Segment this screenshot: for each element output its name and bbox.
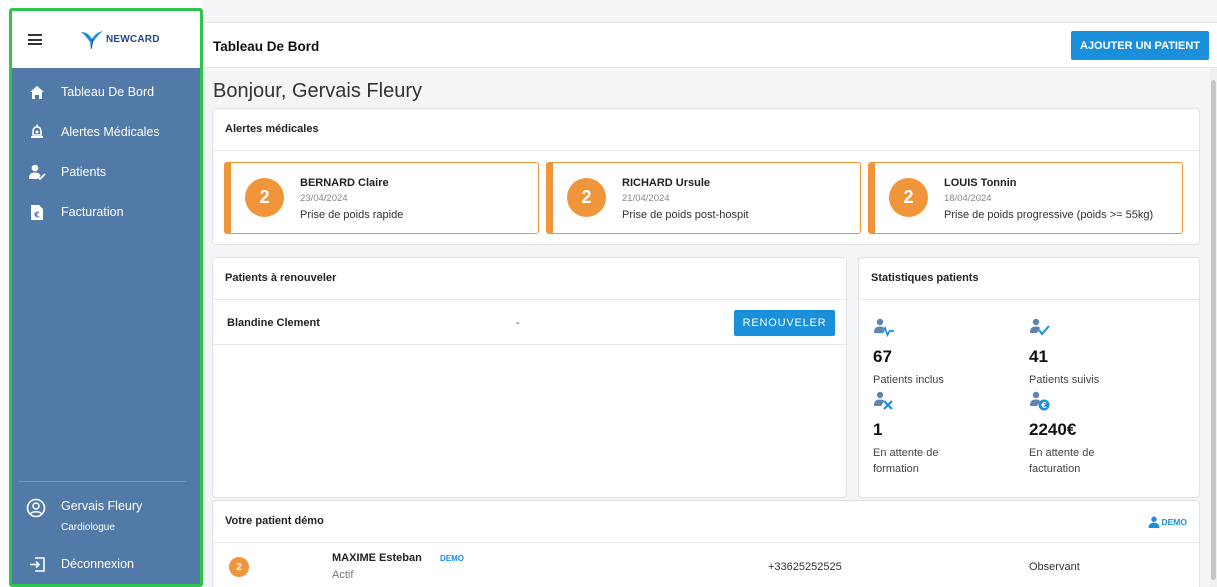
alert-patient-name: LOUIS Tonnin — [944, 177, 1017, 189]
scrollbar-thumb[interactable] — [1211, 80, 1216, 580]
card-divider — [213, 150, 1199, 151]
demo-tag[interactable]: DEMO — [1148, 516, 1188, 528]
user-profile[interactable]: Gervais Fleury Cardiologue — [12, 490, 200, 540]
demo-patient-phone: +33625252525 — [768, 561, 842, 573]
bird-logo-icon — [81, 30, 103, 49]
sidebar-item-alertes-medicales[interactable]: Alertes Médicales — [12, 112, 200, 152]
stat-awaiting-billing: € 2240€ En attente de facturation — [1029, 391, 1139, 477]
alert-date: 18/04/2024 — [944, 193, 992, 204]
sidebar-item-label: Tableau De Bord — [61, 85, 155, 99]
patient-statistics-card: Statistiques patients 67 Patients inclus… — [858, 257, 1200, 498]
alert-count-badge: 2 — [889, 178, 928, 217]
patients-to-renew-card: Patients à renouveler Blandine Clement -… — [212, 257, 847, 498]
home-icon — [28, 83, 46, 101]
logout-icon — [28, 555, 46, 573]
stat-label: En attente de formation — [873, 447, 939, 475]
svg-text:€: € — [1040, 401, 1047, 410]
alert-description: Prise de poids rapide — [300, 209, 404, 221]
logout-button[interactable]: Déconnexion — [12, 544, 200, 584]
demo-alert-badge: 2 — [229, 557, 249, 577]
sidebar-item-tableau-de-bord[interactable]: Tableau De Bord — [12, 72, 200, 112]
logo-text: NEWCARD — [106, 34, 160, 45]
user-role: Cardiologue — [61, 522, 115, 533]
greeting-heading: Bonjour, Gervais Fleury — [213, 80, 422, 102]
account-circle-icon — [26, 498, 46, 518]
renew-patient-name: Blandine Clement — [227, 317, 320, 329]
alert-date: 21/04/2024 — [622, 193, 670, 204]
alert-description: Prise de poids post-hospit — [622, 209, 749, 221]
hamburger-menu-icon[interactable] — [28, 34, 42, 45]
sidebar-header: NEWCARD — [12, 11, 200, 68]
alert-patient-name: BERNARD Claire — [300, 177, 389, 189]
patient-check-icon — [1030, 318, 1050, 336]
card-title: Votre patient démo — [225, 515, 324, 527]
patient-heartbeat-icon — [874, 318, 894, 338]
sidebar-divider — [18, 481, 186, 482]
demo-tag-label: DEMO — [1161, 517, 1188, 527]
alert-patient-name: RICHARD Ursule — [622, 177, 711, 189]
stat-value: 41 — [1029, 347, 1048, 366]
demo-patient-compliance: Observant — [1029, 561, 1080, 573]
user-name: Gervais Fleury — [61, 499, 143, 513]
add-patient-button[interactable]: AJOUTER UN PATIENT — [1071, 31, 1209, 60]
top-bar: Tableau De Bord AJOUTER UN PATIENT — [203, 22, 1217, 68]
stat-awaiting-training: 1 En attente de formation — [873, 391, 983, 477]
alert-card-louis[interactable]: 2 LOUIS Tonnin 18/04/2024 Prise de poids… — [868, 162, 1183, 234]
alert-card-bernard[interactable]: 2 BERNARD Claire 23/04/2024 Prise de poi… — [224, 162, 539, 234]
card-title: Patients à renouveler — [225, 272, 337, 284]
stat-label: Patients suivis — [1029, 374, 1100, 386]
stat-label: En attente de facturation — [1029, 447, 1095, 475]
alert-date: 23/04/2024 — [300, 193, 348, 204]
medical-alerts-card: Alertes médicales 2 BERNARD Claire 23/04… — [212, 108, 1200, 245]
sidebar-item-label: Facturation — [61, 205, 124, 219]
sidebar-item-label: Patients — [61, 165, 107, 179]
alarm-bell-icon — [28, 123, 46, 141]
alert-count-badge: 2 — [567, 178, 606, 217]
patient-euro-icon: € — [1030, 391, 1050, 411]
sidebar-item-patients[interactable]: Patients — [12, 152, 200, 192]
table-row[interactable]: Blandine Clement - RENOUVELER — [213, 300, 846, 345]
card-divider — [859, 299, 1199, 300]
renew-button[interactable]: RENOUVELER — [734, 310, 835, 336]
renew-patient-value: - — [516, 317, 520, 329]
stat-value: 67 — [873, 347, 892, 366]
stat-label: Patients inclus — [873, 374, 944, 386]
patients-icon — [28, 163, 46, 181]
page-title: Tableau De Bord — [213, 39, 320, 54]
logout-label: Déconnexion — [61, 557, 134, 571]
demo-badge-label: DEMO — [440, 554, 464, 563]
sidebar: NEWCARD Tableau De Bord Alertes Médicale… — [0, 0, 203, 587]
sidebar-item-label: Alertes Médicales — [61, 125, 160, 139]
sidebar-item-facturation[interactable]: € Facturation — [12, 192, 200, 232]
stat-followed-patients: 41 Patients suivis — [1029, 318, 1099, 388]
alert-card-richard[interactable]: 2 RICHARD Ursule 21/04/2024 Prise de poi… — [546, 162, 861, 234]
card-title: Statistiques patients — [871, 272, 979, 284]
person-icon — [1148, 516, 1159, 528]
demo-patient-card: Votre patient démo DEMO 2 MAXIME Esteban… — [212, 500, 1200, 587]
alert-description: Prise de poids progressive (poids >= 55k… — [944, 209, 1154, 221]
alert-count-badge: 2 — [245, 178, 284, 217]
card-title: Alertes médicales — [225, 123, 319, 135]
invoice-icon: € — [28, 203, 46, 221]
app-logo[interactable]: NEWCARD — [80, 29, 160, 51]
demo-patient-name[interactable]: MAXIME Esteban — [332, 552, 422, 564]
demo-patient-status: Actif — [332, 569, 354, 581]
stat-included-patients: 67 Patients inclus — [873, 318, 944, 388]
patient-tools-icon — [874, 391, 893, 410]
svg-text:€: € — [33, 210, 40, 219]
stat-value: 2240€ — [1029, 420, 1077, 439]
stat-value: 1 — [873, 420, 883, 439]
sidebar-nav: Tableau De Bord Alertes Médicales Patien… — [12, 68, 200, 584]
card-divider — [213, 542, 1199, 543]
